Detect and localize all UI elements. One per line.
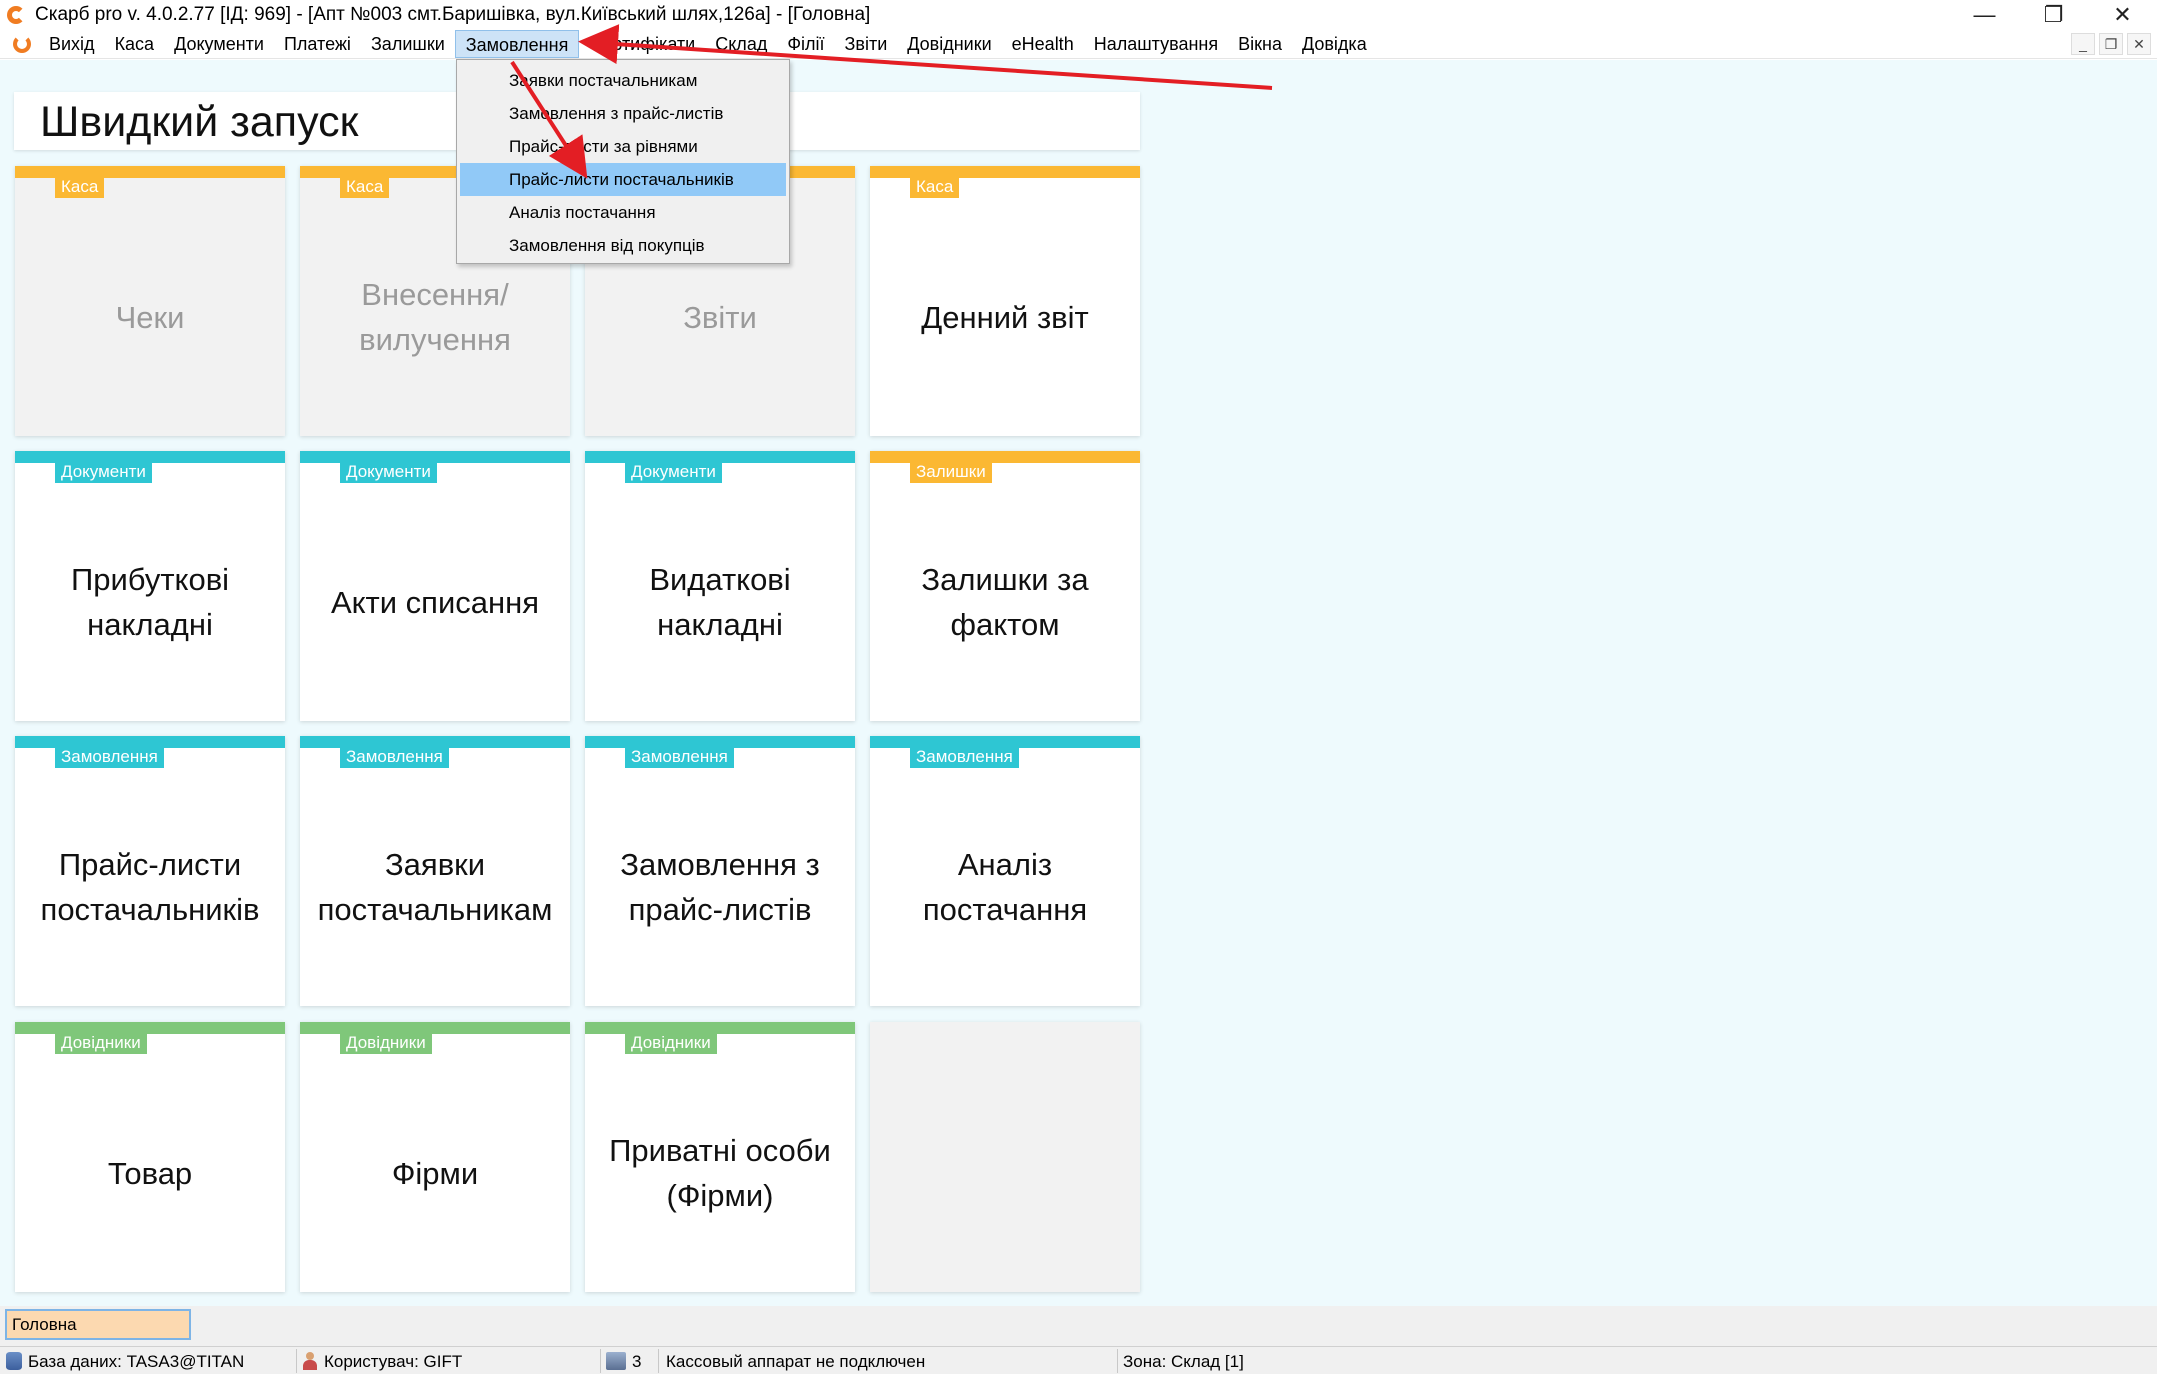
status-cash-text: Кассовый аппарат не подключен: [666, 1351, 926, 1371]
menu-reports[interactable]: Звіти: [835, 30, 898, 58]
tile-actual-remains[interactable]: Залишки Залишки за фактом: [870, 451, 1140, 721]
dropdown-item-orders-from-pricelists[interactable]: Замовлення з прайс-листів: [460, 97, 786, 130]
window-title: Скарб pro v. 4.0.2.77 [ІД: 969] - [Апт №…: [35, 3, 871, 25]
tile-write-off-acts[interactable]: Документи Акти списання: [300, 451, 570, 721]
tile-supplier-pricelists[interactable]: Замовлення Прайс-листи постачальників: [15, 736, 285, 1006]
tile-firms[interactable]: Довідники Фірми: [300, 1022, 570, 1292]
cash-register-icon: [606, 1352, 626, 1370]
tile-receipts: Каса Чеки: [15, 166, 285, 436]
tile-category-badge: Замовлення: [910, 746, 1019, 768]
tile-label: Прайс-листи постачальників: [40, 847, 260, 927]
tile-label: Чеки: [115, 299, 185, 335]
status-user: Користувач: GIFT: [302, 1347, 462, 1374]
tile-label: Фірми: [391, 1155, 479, 1191]
tile-category-badge: Каса: [910, 176, 960, 198]
menu-ehealth[interactable]: eHealth: [1002, 30, 1084, 58]
tile-label: Видаткові накладні: [649, 562, 791, 642]
empty-tile: [870, 1022, 1140, 1292]
tile-category-badge: Каса: [55, 176, 105, 198]
skarb-logo-icon: [5, 4, 27, 26]
menu-windows[interactable]: Вікна: [1228, 30, 1292, 58]
tile-category-badge: Довідники: [625, 1032, 717, 1054]
menu-kasa[interactable]: Каса: [105, 30, 165, 58]
menu-documents[interactable]: Документи: [164, 30, 274, 58]
title-bar: Скарб pro v. 4.0.2.77 [ІД: 969] - [Апт №…: [0, 0, 2157, 29]
tile-label: Заявки постачальникам: [317, 847, 553, 927]
status-zone: Зона: Склад [1]: [1123, 1347, 1244, 1374]
status-bar: База даних: TASA3@TITAN Користувач: GIFT…: [0, 1346, 2157, 1374]
tile-daily-report[interactable]: Каса Денний звіт: [870, 166, 1140, 436]
tile-category-badge: Документи: [55, 461, 152, 483]
tile-outgoing-invoices[interactable]: Документи Видаткові накладні: [585, 451, 855, 721]
menu-warehouse[interactable]: Склад: [705, 30, 777, 58]
menu-orders[interactable]: Замовлення: [454, 29, 580, 58]
tile-category-badge: Довідники: [340, 1032, 432, 1054]
close-button[interactable]: ✕: [2088, 0, 2157, 29]
tile-orders-from-pricelists[interactable]: Замовлення Замовлення з прайс-листів: [585, 736, 855, 1006]
workspace: Швидкий запуск Каса Чеки Каса Внесення/вилу…: [0, 60, 2157, 1306]
tile-category-badge: Документи: [340, 461, 437, 483]
tile-label: Приватні особи (Фірми): [609, 1133, 831, 1213]
page-title: Швидкий запуск: [40, 98, 359, 146]
tile-category-badge: Документи: [625, 461, 722, 483]
menu-exit[interactable]: Вихід: [39, 30, 105, 58]
tile-supplier-requests[interactable]: Замовлення Заявки постачальникам: [300, 736, 570, 1006]
dropdown-item-supply-analysis[interactable]: Аналіз постачання: [460, 196, 786, 229]
status-cash-count: 3: [632, 1351, 642, 1371]
dropdown-item-customer-orders[interactable]: Замовлення від покупців: [460, 229, 786, 262]
app-menu-logo-icon[interactable]: [11, 33, 33, 55]
status-database: База даних: TASA3@TITAN: [6, 1347, 244, 1374]
minimize-button[interactable]: —: [1950, 0, 2019, 29]
tile-label: Акти списання: [330, 584, 540, 620]
status-cash-register: 3: [606, 1347, 641, 1374]
mdi-close-button[interactable]: ✕: [2127, 33, 2151, 55]
tile-label: Залишки за фактом: [921, 562, 1089, 642]
tile-goods[interactable]: Довідники Товар: [15, 1022, 285, 1292]
window-tab-strip: Головна: [0, 1306, 2157, 1346]
tile-label: Замовлення з прайс-листів: [620, 847, 820, 927]
tile-label: Аналіз постачання: [922, 847, 1088, 927]
menu-settings[interactable]: Налаштування: [1084, 30, 1228, 58]
tile-label: Товар: [107, 1155, 193, 1191]
tile-private-persons[interactable]: Довідники Приватні особи (Фірми): [585, 1022, 855, 1292]
menu-remains[interactable]: Залишки: [361, 30, 455, 58]
tile-category-badge: Замовлення: [625, 746, 734, 768]
tile-label: Денний звіт: [921, 299, 1089, 335]
status-zone-text: Зона: Склад [1]: [1123, 1351, 1244, 1371]
menu-help[interactable]: Довідка: [1292, 30, 1377, 58]
dropdown-item-pricelists-by-levels[interactable]: Прайс-листи за рівнями: [460, 130, 786, 163]
tab-home[interactable]: Головна: [5, 1309, 191, 1340]
orders-dropdown-menu: Заявки постачальникам Замовлення з прайс…: [456, 59, 790, 264]
tile-category-badge: Замовлення: [340, 746, 449, 768]
tile-category-badge: Замовлення: [55, 746, 164, 768]
status-user-text: Користувач: GIFT: [324, 1351, 463, 1371]
dropdown-item-supplier-pricelists[interactable]: Прайс-листи постачальників: [460, 163, 786, 196]
menu-directories[interactable]: Довідники: [897, 30, 1001, 58]
menu-payments[interactable]: Платежі: [274, 30, 361, 58]
user-icon: [302, 1352, 318, 1370]
tile-label: Прибуткові накладні: [70, 562, 230, 642]
dropdown-item-supplier-requests[interactable]: Заявки постачальникам: [460, 64, 786, 97]
menu-certificates[interactable]: Сертифікати: [579, 30, 705, 58]
menu-bar: Вихід Каса Документи Платежі Залишки Зам…: [0, 29, 2157, 59]
status-database-text: База даних: TASA3@TITAN: [28, 1351, 245, 1371]
database-icon: [6, 1352, 22, 1370]
tile-incoming-invoices[interactable]: Документи Прибуткові накладні: [15, 451, 285, 721]
tile-supply-analysis[interactable]: Замовлення Аналіз постачання: [870, 736, 1140, 1006]
status-cash-text-cell: Кассовый аппарат не подключен: [666, 1347, 925, 1374]
menu-branches[interactable]: Філії: [777, 30, 834, 58]
restore-button[interactable]: ❐: [2019, 0, 2088, 29]
mdi-restore-button[interactable]: ❐: [2099, 33, 2123, 55]
tile-category-badge: Залишки: [910, 461, 992, 483]
tile-category-badge: Довідники: [55, 1032, 147, 1054]
mdi-minimize-button[interactable]: _: [2071, 33, 2095, 55]
tile-category-badge: Каса: [340, 176, 390, 198]
